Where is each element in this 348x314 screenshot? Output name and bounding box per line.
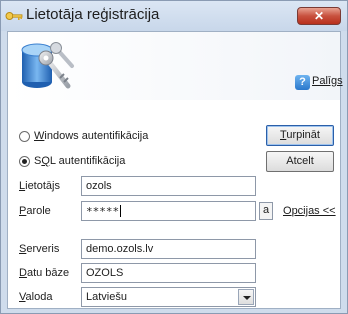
options-link[interactable]: Opcijas <<	[283, 205, 336, 217]
help-label: Palīgs	[312, 75, 343, 87]
title-bar[interactable]: Lietotāja reģistrācija ✕	[1, 1, 347, 31]
password-label: Parole	[19, 205, 51, 217]
database-field[interactable]: OZOLS	[81, 263, 256, 283]
text-caret	[120, 205, 122, 217]
sql-auth-radio[interactable]	[19, 156, 30, 167]
dialog-body: ? Palīgs Windows autentifikācija SQL aut…	[7, 31, 343, 309]
close-button[interactable]: ✕	[297, 7, 341, 25]
database-keys-icon	[21, 42, 74, 89]
window-title: Lietotāja reģistrācija	[26, 6, 160, 23]
language-value: Latviešu	[86, 291, 127, 303]
header-band: ? Palīgs	[8, 32, 343, 100]
password-field[interactable]: *****	[81, 201, 256, 221]
show-password-button[interactable]: a	[259, 202, 273, 220]
database-label: Datu bāze	[19, 267, 70, 279]
user-field[interactable]: ozols	[81, 176, 256, 196]
help-icon: ?	[295, 75, 310, 90]
windows-auth-label: Windows autentifikācija	[34, 130, 149, 142]
continue-button[interactable]: Turpināt	[266, 125, 334, 146]
cancel-button[interactable]: Atcelt	[266, 151, 334, 172]
server-label: Serveris	[19, 243, 60, 255]
password-value: *****	[86, 205, 120, 218]
language-select[interactable]: Latviešu	[81, 287, 256, 307]
server-field[interactable]: demo.ozols.lv	[81, 239, 256, 259]
windows-auth-radio[interactable]	[19, 131, 30, 142]
sql-auth-label: SQL autentifikācija	[34, 155, 126, 167]
user-label: Lietotājs	[19, 180, 60, 192]
chevron-down-icon[interactable]	[238, 289, 254, 305]
language-label: Valoda	[19, 291, 53, 303]
key-icon	[5, 12, 23, 20]
login-dialog: Lietotāja reģistrācija ✕ ? Palīgs Window…	[0, 0, 348, 314]
